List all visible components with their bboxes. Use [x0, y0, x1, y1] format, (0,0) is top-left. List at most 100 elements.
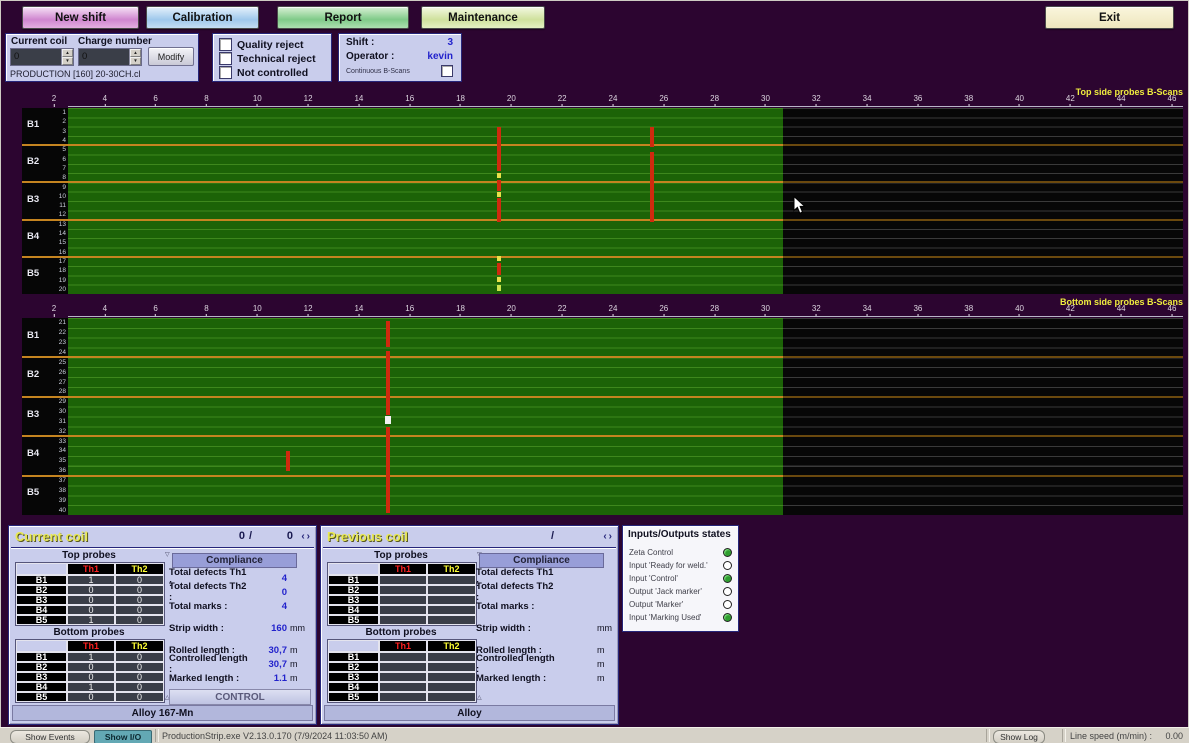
bottom-probes-label: Bottom probes: [15, 627, 163, 638]
defect-mark: [497, 263, 501, 275]
new-shift-button[interactable]: New shift: [22, 6, 139, 29]
defect-count-cell: [379, 672, 427, 682]
row-number: 18: [59, 266, 66, 275]
defect-mark: [497, 180, 501, 191]
row-number: 33: [59, 436, 66, 446]
defect-count-cell: [427, 662, 476, 672]
current-coil-spinner[interactable]: 0 ▲ ▼: [10, 48, 74, 66]
row-number: 1: [62, 108, 66, 117]
technical-reject-checkbox[interactable]: [219, 52, 232, 65]
corner-cell: [328, 563, 379, 575]
probe-group-separator: [22, 475, 1183, 477]
th2-column-header: Th2: [115, 563, 164, 575]
coil-counter-separator: /: [551, 530, 554, 542]
modify-button[interactable]: Modify: [148, 47, 194, 66]
top-scan-probe-gutter: 1234567891011121314151617181920B1B2B3B4B…: [22, 108, 68, 294]
operator-label: Operator :: [346, 51, 394, 62]
defect-mark: [286, 451, 290, 471]
probe-label: B1: [27, 119, 39, 130]
defect-count-cell: 0: [67, 605, 115, 615]
maintenance-button[interactable]: Maintenance: [421, 6, 545, 29]
mouse-cursor: [793, 196, 806, 220]
defect-count-cell: [427, 682, 476, 692]
current-coil-value[interactable]: 0: [11, 49, 61, 65]
continuous-bscans-checkbox[interactable]: [441, 65, 453, 77]
th2-column-header: Th2: [115, 640, 164, 652]
defect-count-cell: [379, 615, 427, 625]
stat-value: 4: [249, 573, 287, 584]
probe-name-cell: B3: [16, 672, 67, 682]
defect-count-cell: 1: [67, 575, 115, 585]
not-controlled-label: Not controlled: [237, 67, 308, 79]
defect-count-cell: 0: [67, 595, 115, 605]
row-number: 29: [59, 397, 66, 407]
probe-name-cell: B4: [328, 605, 379, 615]
probe-name-cell: B5: [328, 615, 379, 625]
row-number: 26: [59, 367, 66, 377]
previous-coil-alloy: Alloy: [324, 705, 615, 721]
defect-count-cell: 0: [67, 692, 115, 702]
scroll-up-icon[interactable]: ▽: [165, 551, 170, 558]
stat-value: 30,7: [249, 659, 287, 670]
top-probes-label: Top probes: [327, 550, 475, 561]
probe-name-cell: B4: [16, 682, 67, 692]
probe-label: B5: [27, 268, 39, 279]
probe-name-cell: B1: [328, 652, 379, 662]
corner-cell: [328, 640, 379, 652]
exit-button[interactable]: Exit: [1045, 6, 1174, 29]
defect-count-cell: 0: [115, 585, 164, 595]
control-button[interactable]: CONTROL: [169, 689, 311, 705]
show-events-button[interactable]: Show Events: [10, 730, 90, 743]
spin-up-icon[interactable]: ▲: [62, 49, 73, 57]
probe-row: B1: [328, 575, 476, 585]
coil-nav-arrows[interactable]: ‹›: [301, 531, 312, 542]
io-state-row: Input 'Ready for weld.': [629, 559, 732, 572]
show-log-button[interactable]: Show Log: [993, 730, 1045, 743]
spin-down-icon[interactable]: ▼: [62, 57, 73, 65]
spin-down-icon[interactable]: ▼: [130, 57, 141, 65]
quality-reject-checkbox[interactable]: [219, 38, 232, 51]
probe-row: B300: [16, 595, 164, 605]
probe-name-cell: B5: [16, 692, 67, 702]
top-probes-label: Top probes: [15, 550, 163, 561]
coil-nav-arrows[interactable]: ‹›: [603, 531, 614, 542]
charge-number-spinner[interactable]: 0 ▲ ▼: [78, 48, 142, 66]
stat-line: Strip width :160mm: [169, 621, 312, 635]
report-button[interactable]: Report: [277, 6, 409, 29]
stat-value: 1.1: [249, 673, 287, 684]
probe-row: B510: [16, 615, 164, 625]
io-state-label: Output 'Jack marker': [629, 587, 723, 596]
controlled-strip-region: [68, 318, 783, 515]
probe-name-cell: B3: [16, 595, 67, 605]
stat-unit: m: [594, 645, 619, 655]
show-io-button[interactable]: Show I/O: [94, 730, 152, 743]
row-number: 25: [59, 357, 66, 367]
spin-up-icon[interactable]: ▲: [130, 49, 141, 57]
probe-group-separator: [22, 219, 1183, 221]
bottom-probes-label: Bottom probes: [327, 627, 475, 638]
charge-number-value[interactable]: 0: [79, 49, 129, 65]
shift-value: 3: [413, 37, 453, 48]
probe-name-cell: B1: [16, 575, 67, 585]
top-scan-ruler: 2468101214161820222426283032343638404244…: [54, 95, 1172, 106]
probe-group-separator: [22, 256, 1183, 258]
calibration-button[interactable]: Calibration: [146, 6, 259, 29]
probe-row: B3: [328, 595, 476, 605]
not-controlled-checkbox[interactable]: [219, 66, 232, 79]
probe-name-cell: B3: [328, 672, 379, 682]
th1-column-header: Th1: [67, 640, 115, 652]
defect-count-cell: 0: [67, 672, 115, 682]
divider: [323, 547, 616, 548]
stat-line: Marked length :m: [476, 671, 619, 685]
stat-unit: m: [287, 645, 312, 655]
led-on-icon: [723, 548, 732, 557]
row-number: 27: [59, 377, 66, 387]
stat-line: Total marks :: [476, 599, 619, 613]
probe-row: B1: [328, 652, 476, 662]
probe-row: B4: [328, 682, 476, 692]
probe-name-cell: B5: [328, 692, 379, 702]
row-number: 9: [62, 182, 66, 191]
divider: [155, 729, 159, 742]
scroll-down-icon[interactable]: △: [477, 694, 482, 701]
row-number: 37: [59, 476, 66, 486]
